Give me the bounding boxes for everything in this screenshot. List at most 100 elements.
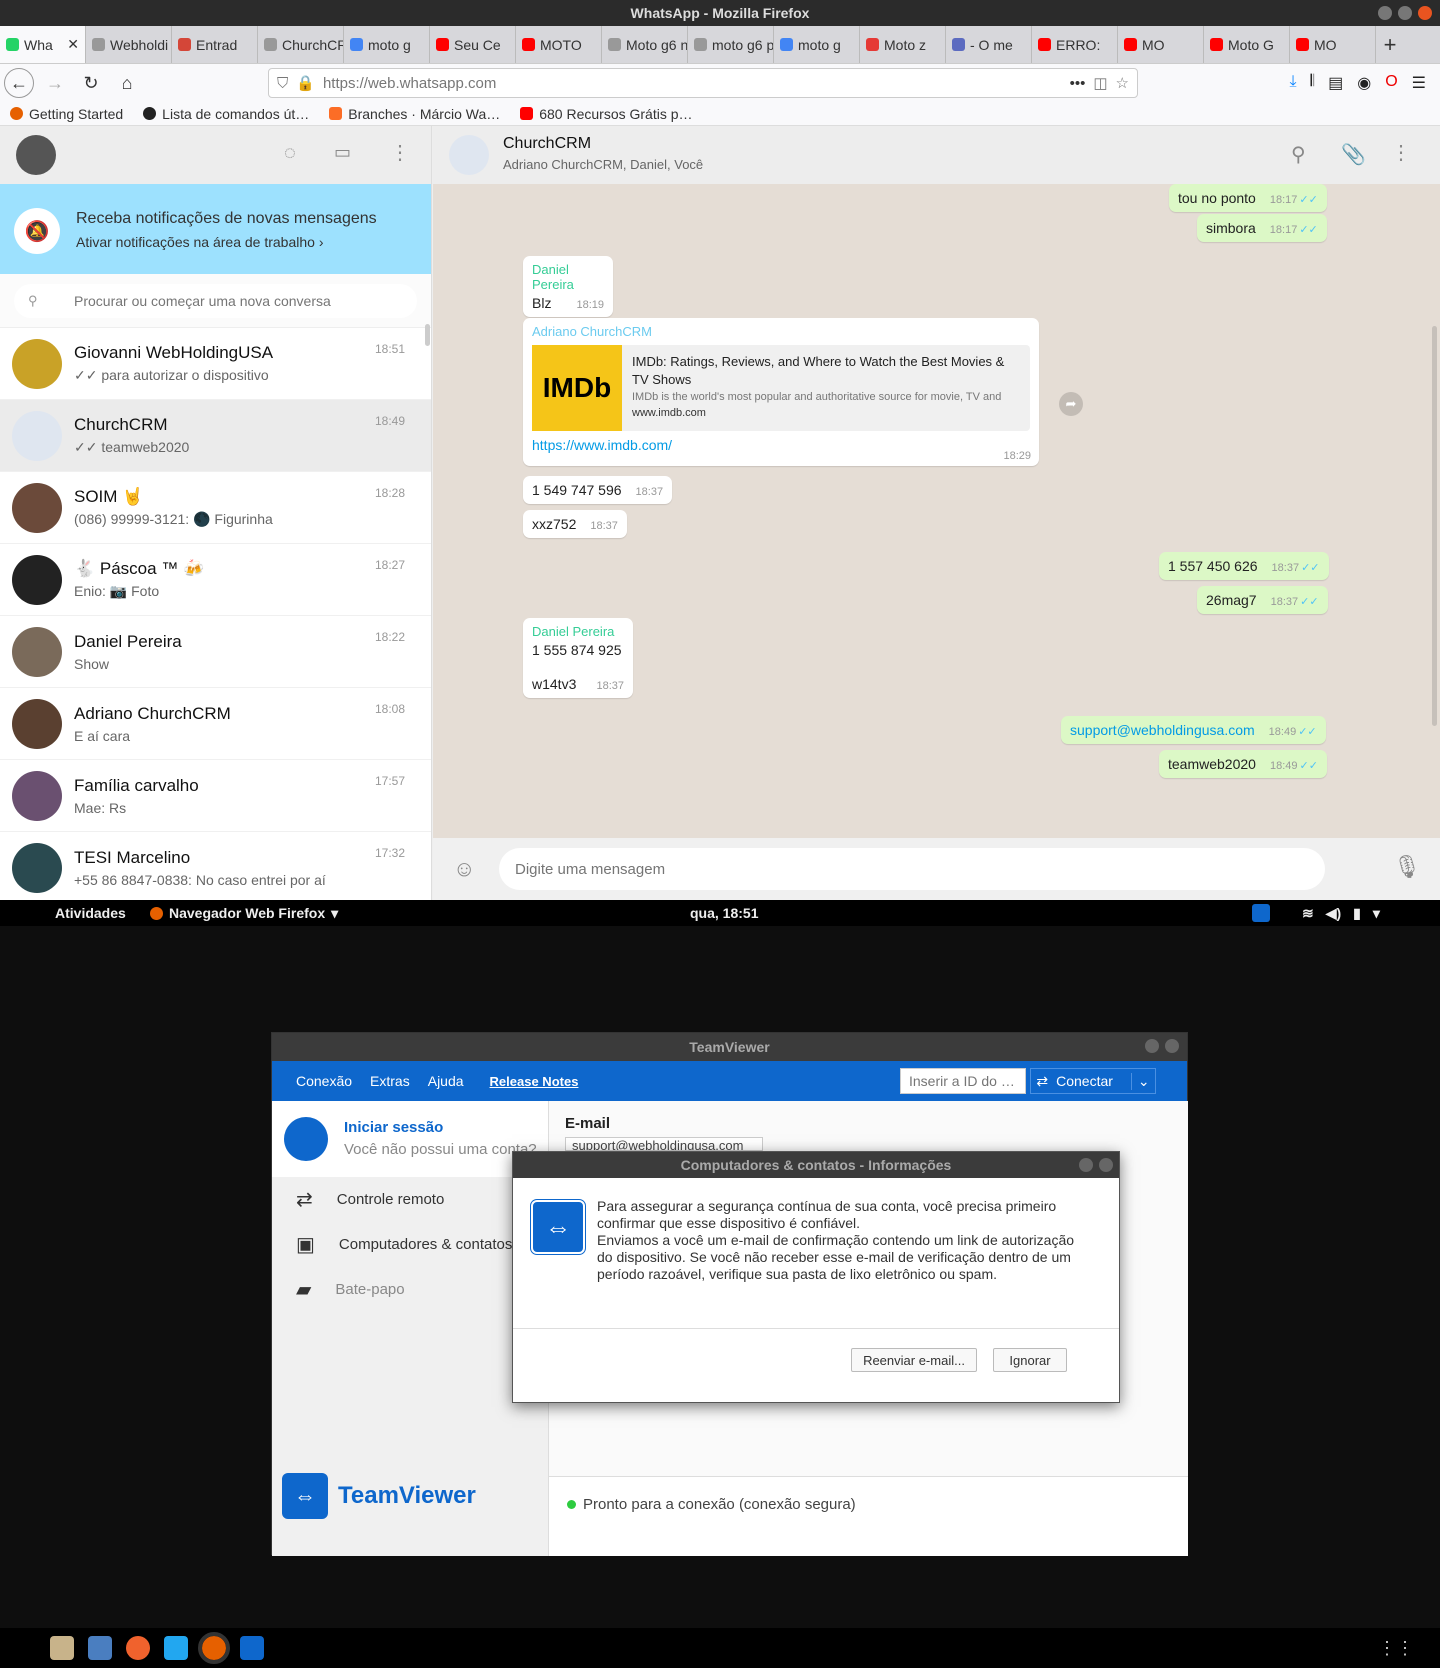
nav-chat[interactable]: ▰ Bate-papo [272, 1267, 548, 1312]
search-icon[interactable]: ⚲ [1291, 142, 1306, 167]
status-icon[interactable]: ◌ [284, 142, 296, 165]
forward-icon[interactable]: ➦ [1059, 392, 1083, 416]
close-window-button[interactable] [1165, 1039, 1179, 1053]
minimize-button[interactable] [1079, 1158, 1093, 1172]
browser-tab[interactable]: Webholdi [86, 26, 172, 63]
menu-extras[interactable]: Extras [370, 1073, 410, 1089]
sidebar-icon[interactable]: ▤ [1328, 73, 1343, 93]
new-chat-icon[interactable]: ▭ [334, 142, 351, 163]
files-icon[interactable] [50, 1636, 74, 1660]
message-bubble[interactable]: simbora 18:17 ✓✓ [1197, 214, 1327, 242]
message-input[interactable] [499, 848, 1325, 890]
browser-tab[interactable]: moto g6 p [688, 26, 774, 63]
home-icon[interactable]: ⌂ [112, 68, 142, 98]
release-notes-link[interactable]: Release Notes [490, 1074, 579, 1089]
pocket-icon[interactable]: ◫ [1093, 74, 1107, 92]
browser-tab[interactable]: Moto G [1204, 26, 1290, 63]
partner-id-input[interactable] [900, 1068, 1026, 1094]
chevron-down-icon[interactable]: ⌄ [1130, 1072, 1150, 1090]
maximize-button[interactable] [1398, 6, 1412, 20]
browser-tab[interactable]: MO [1118, 26, 1204, 63]
bookmark-star-icon[interactable]: ☆ [1116, 74, 1129, 92]
browser-tab[interactable]: Entrad [172, 26, 258, 63]
minimize-button[interactable] [1145, 1039, 1159, 1053]
close-dialog-button[interactable] [1099, 1158, 1113, 1172]
resend-email-button[interactable]: Reenviar e-mail... [851, 1348, 977, 1372]
notification-link[interactable]: Ativar notificações na área de trabalho … [76, 234, 323, 250]
lock-icon[interactable]: 🔒 [296, 74, 315, 92]
menu-dots-icon[interactable]: ⋮ [390, 140, 410, 165]
browser-tab[interactable]: moto g [344, 26, 430, 63]
back-arrow-icon[interactable]: ← [4, 68, 34, 98]
link-preview-card[interactable]: IMDb IMDb: Ratings, Reviews, and Where t… [532, 345, 1030, 431]
menu-ajuda[interactable]: Ajuda [428, 1073, 464, 1089]
browser-tab[interactable]: Moto g6 n [602, 26, 688, 63]
message-link[interactable]: https://www.imdb.com/ [532, 437, 1030, 453]
message-bubble[interactable]: Daniel Pereira Blz 18:19 [523, 256, 613, 317]
connect-button[interactable]: ⇄ Conectar ⌄ [1030, 1068, 1156, 1094]
attach-icon[interactable]: 📎 [1341, 142, 1366, 167]
menu-conexao[interactable]: Conexão [296, 1073, 352, 1089]
bookmark-getting-started[interactable]: Getting Started [10, 106, 123, 122]
minimize-button[interactable] [1378, 6, 1392, 20]
text-editor-icon[interactable] [88, 1636, 112, 1660]
url-bar[interactable]: ⛉ 🔒 https://web.whatsapp.com ••• ◫ ☆ [268, 68, 1138, 98]
chat-list-item[interactable]: Giovanni WebHoldingUSA ✓✓ para autorizar … [0, 328, 431, 400]
clock[interactable]: qua, 18:51 [690, 905, 758, 921]
notification-banner[interactable]: 🔕 Receba notificações de novas mensagens… [0, 184, 431, 274]
menu-icon[interactable]: ☰ [1412, 73, 1426, 93]
message-scrollbar[interactable] [1432, 326, 1437, 726]
message-bubble[interactable]: tou no ponto 18:17 ✓✓ [1169, 184, 1327, 212]
email-field[interactable]: support@webholdingusa.com [565, 1137, 763, 1151]
vscode-icon[interactable] [164, 1636, 188, 1660]
message-bubble[interactable]: 1 549 747 596 18:37 [523, 476, 673, 504]
browser-tab[interactable]: MOTO [516, 26, 602, 63]
search-input[interactable] [14, 284, 417, 318]
page-actions-icon[interactable]: ••• [1070, 75, 1086, 92]
browser-tab[interactable]: Wha ✕ [0, 26, 86, 63]
close-tab-icon[interactable]: ✕ [67, 36, 79, 53]
chat-list-item[interactable]: 🐇 Páscoa ™ 🍻 Enio: 📷 Foto 18:27 [0, 544, 431, 616]
browser-tab[interactable]: ERRO: [1032, 26, 1118, 63]
activities-button[interactable]: Atividades [55, 905, 126, 921]
app-grid-icon[interactable]: ⋮⋮ [1378, 1638, 1414, 1659]
nav-computers-contacts[interactable]: ▣ Computadores & contatos [272, 1222, 548, 1267]
teamviewer-icon[interactable] [240, 1636, 264, 1660]
account-icon[interactable]: ◉ [1357, 73, 1371, 93]
browser-tab[interactable]: ChurchCR [258, 26, 344, 63]
conversation-header[interactable]: ChurchCRM Adriano ChurchCRM, Daniel, Voc… [433, 126, 1440, 184]
link-preview-message[interactable]: Adriano ChurchCRM IMDb IMDb: Ratings, Re… [523, 318, 1039, 466]
browser-tab[interactable]: moto g [774, 26, 860, 63]
opera-icon[interactable]: O [1385, 73, 1397, 93]
reload-icon[interactable]: ↻ [76, 68, 106, 98]
bookmark-branches[interactable]: Branches · Márcio Wa… [329, 106, 500, 122]
menu-dots-icon[interactable]: ⋮ [1391, 140, 1411, 165]
firefox-icon[interactable] [198, 1632, 230, 1664]
browser-tab[interactable]: - O me [946, 26, 1032, 63]
system-tray[interactable]: ≋ ◀) ▮ ▾ [1302, 905, 1380, 922]
message-bubble[interactable]: support@webholdingusa.com 18:49 ✓✓ [1061, 716, 1326, 744]
message-bubble[interactable]: teamweb2020 18:49 ✓✓ [1159, 750, 1327, 778]
signin-link[interactable]: Iniciar sessão [344, 1119, 443, 1136]
browser-tab[interactable]: Seu Ce [430, 26, 516, 63]
ignore-button[interactable]: Ignorar [993, 1348, 1067, 1372]
chat-list-scrollbar[interactable] [425, 324, 430, 346]
app-menu[interactable]: Navegador Web Firefox ▾ [150, 905, 338, 922]
signin-panel[interactable]: Iniciar sessão Você não possui uma conta… [272, 1101, 548, 1177]
downloads-icon[interactable]: ⤓ [1289, 73, 1296, 93]
chat-list-item[interactable]: Daniel Pereira Show 18:22 [0, 616, 431, 688]
chat-list-item[interactable]: TESI Marcelino +55 86 8847-0838: No caso … [0, 832, 431, 904]
nav-remote-control[interactable]: ⇄ Controle remoto [272, 1177, 548, 1222]
new-tab-button[interactable]: + [1376, 26, 1404, 63]
group-avatar[interactable] [449, 135, 489, 175]
bookmark-resources[interactable]: 680 Recursos Grátis p… [520, 106, 693, 122]
close-window-button[interactable] [1418, 6, 1432, 20]
forward-arrow-icon[interactable]: → [40, 68, 70, 98]
browser-tab[interactable]: Moto z [860, 26, 946, 63]
my-avatar[interactable] [16, 135, 56, 175]
shield-icon[interactable]: ⛉ [277, 75, 288, 92]
library-icon[interactable]: 𝄃 [1311, 73, 1315, 93]
message-bubble[interactable]: Daniel Pereira 1 555 874 925 w14tv3 18:37 [523, 618, 633, 698]
chat-list-item[interactable]: Família carvalho Mae: Rs 17:57 [0, 760, 431, 832]
postman-icon[interactable] [126, 1636, 150, 1660]
